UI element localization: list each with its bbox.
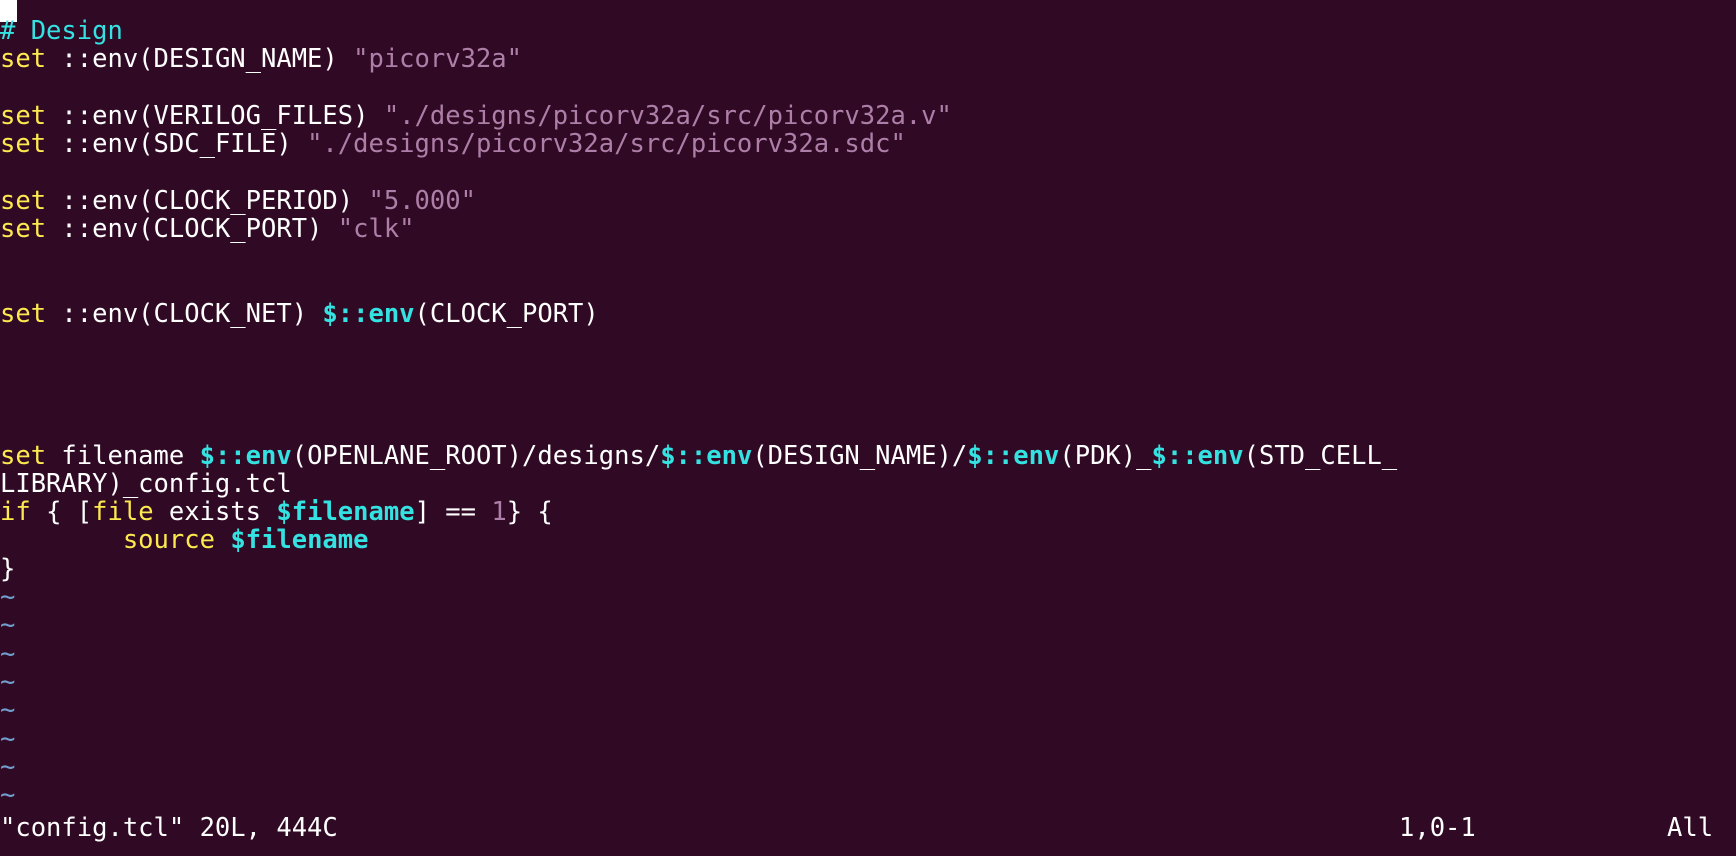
empty-line-tilde: ~ [0,666,16,697]
code-token-plain: (CLOCK_PORT) [414,299,599,329]
code-token-plain: { [ [30,497,93,528]
code-line: set ::env(SDC_FILE) "./designs/picorv32a… [0,130,906,158]
code-token-number: 1 [491,497,507,528]
code-token-plain: ::env(CLOCK_NET) [46,299,323,329]
code-token-plain: (STD_CELL_ [1243,440,1398,471]
terminal-window[interactable]: # Design set ::env(DESIGN_NAME) "picorv32… [0,0,1736,856]
code-line: set ::env(VERILOG_FILES) "./designs/pico… [0,102,952,130]
code-token-plain: ::env(DESIGN_NAME) [46,44,354,75]
code-token-plain: LIBRARY)_config.tcl [0,468,292,499]
code-token-plain: } [0,553,16,584]
code-token-plain: (PDK)_ [1059,440,1152,471]
code-token-string: "picorv32a" [353,44,522,75]
code-token-string: "./designs/picorv32a/src/picorv32a.v" [383,100,952,131]
code-line: set ::env(CLOCK_PERIOD) "5.000" [0,187,476,215]
code-token-var: $filename [276,497,415,528]
code-token-plain: ::env(VERILOG_FILES) [46,100,384,131]
code-token-string: "clk" [337,214,415,245]
empty-line-tilde: ~ [0,723,16,754]
code-token-string: "./designs/picorv32a/src/picorv32a.sdc" [307,129,906,160]
code-token-keyword: set [0,440,47,471]
code-token-plain: ] == [414,497,492,528]
code-token-keyword: source [122,525,215,556]
code-token-var: $filename [230,525,369,556]
code-token-var: $::env [967,440,1060,471]
code-token-plain: ::env(CLOCK_PORT) [46,214,338,245]
empty-line-tilde: ~ [0,610,16,641]
empty-line-tilde: ~ [0,695,16,726]
code-token-keyword: if [0,497,31,528]
vim-status-line: "config.tcl" 20L, 444C 1,0-1 All [0,813,1736,843]
code-token-plain: filename [46,440,200,471]
code-token-keyword: set [0,214,47,245]
code-token-var: $::env [1151,440,1244,471]
code-token-plain: (DESIGN_NAME)/ [752,440,968,471]
empty-line-tilde: ~ [0,582,16,612]
code-token-string: "5.000" [368,185,476,216]
scroll-indicator: All [1667,813,1714,843]
code-token-keyword: set [0,44,47,75]
code-token-keyword: set [0,299,47,329]
code-token-plain: } { [506,497,553,528]
code-token-keyword: set [0,100,47,131]
code-token-var: $::env [660,440,753,471]
code-line: set filename $::env(OPENLANE_ROOT)/desig… [0,442,1397,470]
code-line: source $filename [0,525,369,556]
code-token-plain: ::env(CLOCK_PERIOD) [46,185,369,216]
code-token-plain: (OPENLANE_ROOT)/designs/ [291,440,661,471]
code-token-keyword: file [92,497,154,528]
empty-line-tilde: ~ [0,751,16,782]
code-line: } [0,555,15,583]
code-line: set ::env(DESIGN_NAME) "picorv32a" [0,45,522,73]
code-token-keyword: set [0,185,47,216]
code-token-var: $::env [322,299,415,329]
code-token-plain: exists [153,497,277,528]
cursor-position: 1,0-1 [1399,813,1476,843]
code-token-plain: ::env(SDC_FILE) [46,129,308,160]
code-line: # Design [0,17,123,45]
file-info-message: "config.tcl" 20L, 444C [0,813,338,843]
code-token-keyword: set [0,129,47,160]
code-line: set ::env(CLOCK_PORT) "clk" [0,215,415,243]
empty-line-tilde: ~ [0,638,16,669]
code-token-comment: # Design [0,16,123,46]
code-line: set ::env(CLOCK_NET) $::env(CLOCK_PORT) [0,300,599,328]
empty-line-tilde: ~ [0,780,16,811]
code-token-var: $::env [199,440,292,471]
code-line: LIBRARY)_config.tcl [0,470,292,498]
code-line: if { [file exists $filename] == 1} { [0,498,553,526]
